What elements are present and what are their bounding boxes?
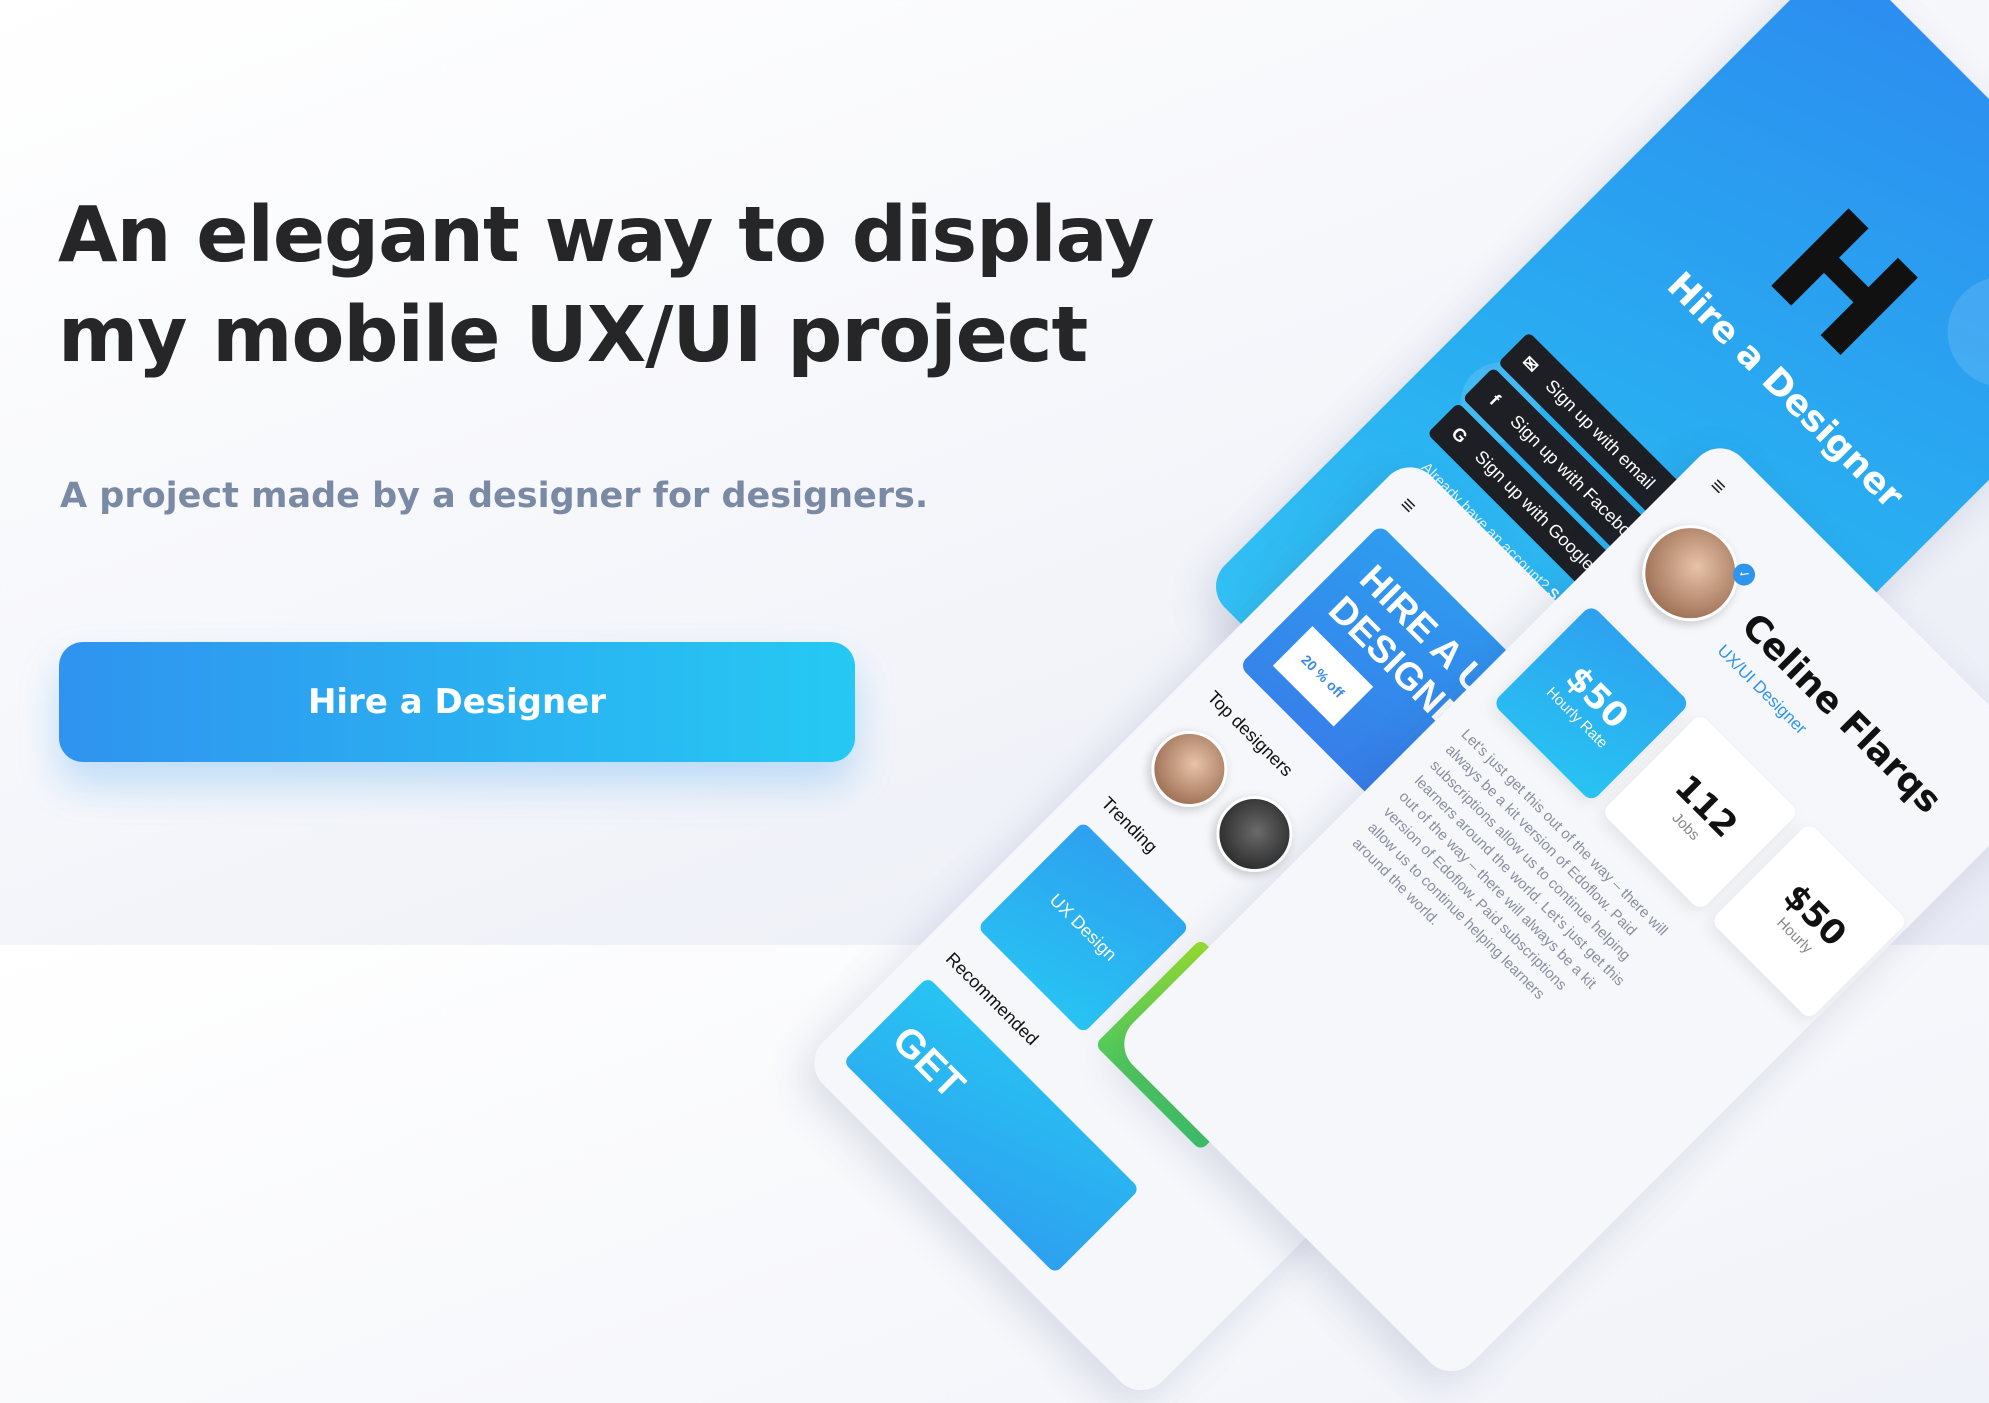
hero-title: An elegant way to display my mobile UX/U… [58,186,1154,386]
hero-title-line-2: my mobile UX/UI project [58,291,1088,380]
facebook-icon: f [1486,390,1505,409]
hire-designer-button[interactable]: Hire a Designer [59,642,855,762]
google-icon: G [1447,422,1472,447]
phone-mockups: H Hire a Designer ✉ Sign up with email f… [0,0,1989,1403]
menu-icon[interactable]: ≡ [1704,473,1732,500]
stat-value: 112 [1666,766,1746,846]
menu-icon[interactable]: ≡ [1394,492,1422,519]
profile-bio: Let's just get this out of the way – the… [1348,725,1671,1003]
hero-subtitle: A project made by a designer for designe… [60,476,929,516]
envelope-icon: ✉ [1518,351,1544,377]
hero-title-line-1: An elegant way to display [58,191,1154,280]
